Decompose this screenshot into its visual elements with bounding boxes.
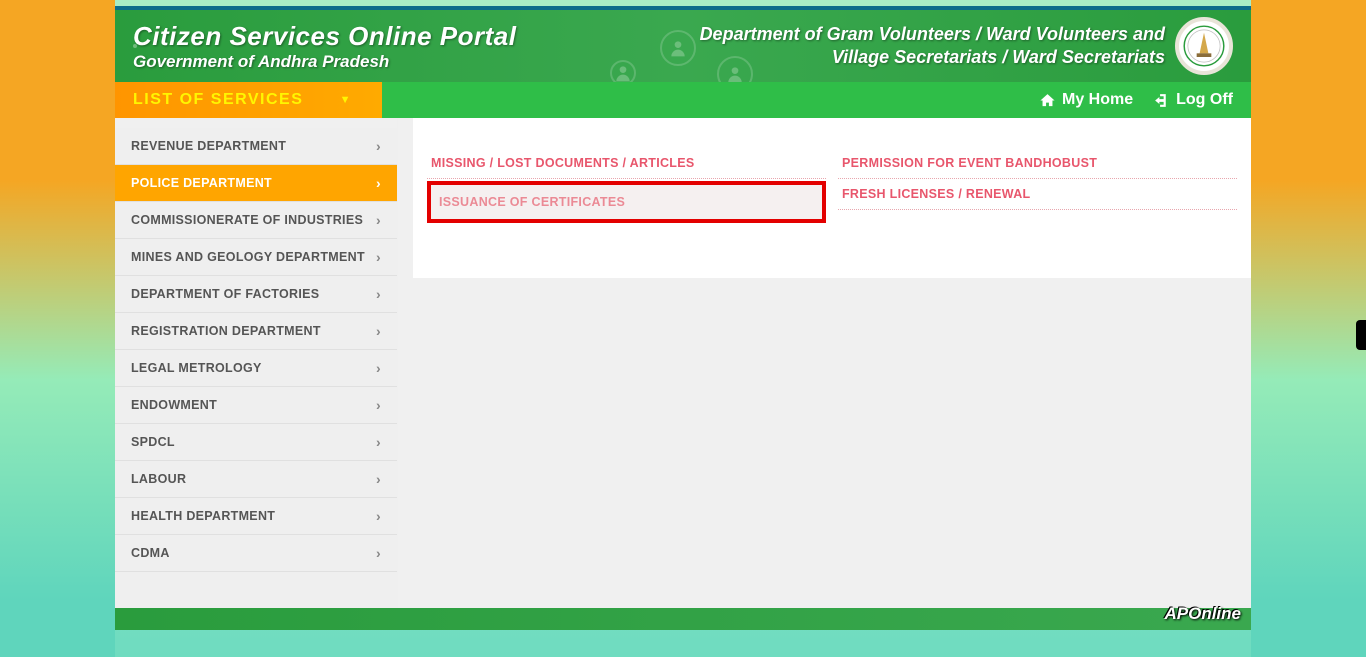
seal-icon xyxy=(1182,24,1226,68)
sidebar: REVENUE DEPARTMENT›POLICE DEPARTMENT›COM… xyxy=(115,118,398,608)
sidebar-item-department-of-factories[interactable]: DEPARTMENT OF FACTORIES › xyxy=(115,276,397,313)
chevron-right-icon: › xyxy=(376,212,381,228)
caret-down-icon: ▼ xyxy=(340,94,352,106)
sidebar-item-legal-metrology[interactable]: LEGAL METROLOGY › xyxy=(115,350,397,387)
chevron-right-icon: › xyxy=(376,286,381,302)
page-header: Citizen Services Online Portal Governmen… xyxy=(115,10,1251,82)
sidebar-item-label: REVENUE DEPARTMENT xyxy=(131,139,286,153)
sidebar-item-label: POLICE DEPARTMENT xyxy=(131,176,272,190)
dept-line-2: Village Secretariats / Ward Secretariats xyxy=(700,46,1165,69)
header-right: Department of Gram Volunteers / Ward Vol… xyxy=(700,17,1233,75)
chevron-right-icon: › xyxy=(376,397,381,413)
sidebar-item-police-department[interactable]: POLICE DEPARTMENT › xyxy=(115,165,397,202)
list-of-services-button[interactable]: LIST OF SERVICES ▼ xyxy=(115,82,382,118)
home-icon xyxy=(1039,92,1056,109)
sidebar-item-spdcl[interactable]: SPDCL › xyxy=(115,424,397,461)
sidebar-item-label: CDMA xyxy=(131,546,170,560)
chevron-right-icon: › xyxy=(376,323,381,339)
sidebar-item-label: ENDOWMENT xyxy=(131,398,217,412)
service-link-permission-for-event-bandhobust[interactable]: PERMISSION FOR EVENT BANDHOBUST xyxy=(838,148,1237,179)
logout-icon xyxy=(1153,92,1170,109)
sidebar-item-commissionerate-of-industries[interactable]: COMMISSIONERATE OF INDUSTRIES › xyxy=(115,202,397,239)
portal-subtitle: Government of Andhra Pradesh xyxy=(133,52,516,72)
chevron-right-icon: › xyxy=(376,545,381,561)
service-link-issuance-of-certificates[interactable]: ISSUANCE OF CERTIFICATES xyxy=(427,181,826,223)
chevron-right-icon: › xyxy=(376,508,381,524)
chevron-right-icon: › xyxy=(376,360,381,376)
sidebar-item-labour[interactable]: LABOUR › xyxy=(115,461,397,498)
my-home-link[interactable]: My Home xyxy=(1039,91,1133,109)
sidebar-item-endowment[interactable]: ENDOWMENT › xyxy=(115,387,397,424)
chevron-right-icon: › xyxy=(376,434,381,450)
chevron-right-icon: › xyxy=(376,175,381,191)
sidebar-item-label: SPDCL xyxy=(131,435,175,449)
menubar: LIST OF SERVICES ▼ My Home Log Off xyxy=(115,82,1251,118)
sidebar-item-label: HEALTH DEPARTMENT xyxy=(131,509,275,523)
log-off-label: Log Off xyxy=(1176,91,1233,109)
portal-title: Citizen Services Online Portal xyxy=(133,21,516,52)
dept-line-1: Department of Gram Volunteers / Ward Vol… xyxy=(700,23,1165,46)
government-seal xyxy=(1175,17,1233,75)
sidebar-item-revenue-department[interactable]: REVENUE DEPARTMENT › xyxy=(115,128,397,165)
sidebar-item-health-department[interactable]: HEALTH DEPARTMENT › xyxy=(115,498,397,535)
department-name: Department of Gram Volunteers / Ward Vol… xyxy=(700,23,1165,70)
service-link-fresh-licenses-renewal[interactable]: FRESH LICENSES / RENEWAL xyxy=(838,179,1237,210)
sidebar-item-label: LABOUR xyxy=(131,472,186,486)
service-link-missing-lost-documents-articles[interactable]: MISSING / LOST DOCUMENTS / ARTICLES xyxy=(427,148,826,179)
sidebar-item-mines-and-geology-department[interactable]: MINES AND GEOLOGY DEPARTMENT › xyxy=(115,239,397,276)
sidebar-item-label: COMMISSIONERATE OF INDUSTRIES xyxy=(131,213,363,227)
sidebar-item-label: REGISTRATION DEPARTMENT xyxy=(131,324,321,338)
my-home-label: My Home xyxy=(1062,91,1133,109)
chevron-right-icon: › xyxy=(376,249,381,265)
footer: APOnline xyxy=(115,608,1251,630)
side-tab-handle[interactable] xyxy=(1356,320,1366,350)
content-area: MISSING / LOST DOCUMENTS / ARTICLESISSUA… xyxy=(398,118,1251,608)
chevron-right-icon: › xyxy=(376,471,381,487)
sidebar-item-label: LEGAL METROLOGY xyxy=(131,361,262,375)
sidebar-item-registration-department[interactable]: REGISTRATION DEPARTMENT › xyxy=(115,313,397,350)
sidebar-item-label: DEPARTMENT OF FACTORIES xyxy=(131,287,319,301)
header-left: Citizen Services Online Portal Governmen… xyxy=(133,21,516,72)
log-off-link[interactable]: Log Off xyxy=(1153,91,1233,109)
list-of-services-label: LIST OF SERVICES xyxy=(133,91,303,109)
sidebar-item-cdma[interactable]: CDMA › xyxy=(115,535,397,572)
chevron-right-icon: › xyxy=(376,138,381,154)
sidebar-item-label: MINES AND GEOLOGY DEPARTMENT xyxy=(131,250,365,264)
aponline-logo: APOnline xyxy=(1164,604,1241,624)
